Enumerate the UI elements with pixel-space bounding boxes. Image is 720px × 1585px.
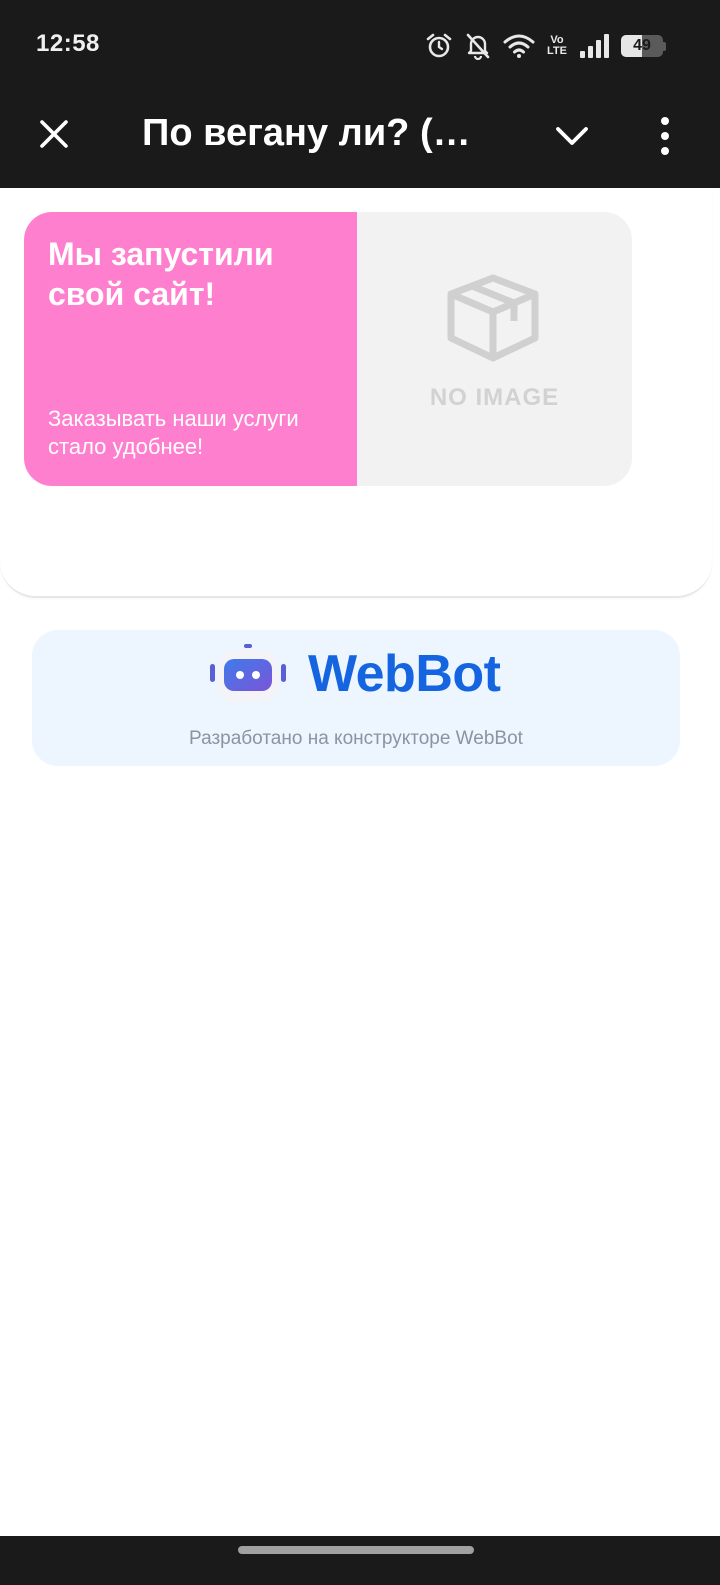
status-bar: 12:58 Vo LTE 49	[0, 0, 720, 88]
app-bar: По вегану ли? (П...	[0, 88, 720, 188]
system-nav-bar	[0, 1536, 720, 1585]
webbot-caption: Разработано на конструкторе WebBot	[189, 728, 523, 749]
content-sheet: Мы запустили свой сайт! Заказывать наши …	[0, 188, 712, 598]
wifi-icon	[503, 33, 535, 59]
signal-icon	[579, 33, 609, 59]
volte-icon: Vo LTE	[547, 34, 567, 57]
webbot-credit-card[interactable]: WebBot Разработано на конструкторе WebBo…	[32, 630, 680, 766]
close-button[interactable]	[32, 112, 76, 156]
status-time: 12:58	[36, 30, 100, 57]
banner-image-placeholder: NO IMAGE	[357, 212, 632, 486]
battery-level: 49	[633, 37, 651, 54]
collapse-button[interactable]	[550, 114, 594, 158]
close-icon	[40, 120, 68, 148]
status-icons: Vo LTE 49	[425, 30, 666, 62]
banner-title: Мы запустили свой сайт!	[48, 236, 274, 312]
page-title: По вегану ли? (П...	[142, 112, 482, 154]
home-gesture-handle[interactable]	[238, 1546, 474, 1554]
chevron-down-icon	[556, 127, 588, 145]
battery-icon: 49	[621, 35, 666, 57]
alarm-icon	[425, 32, 453, 60]
promo-banner[interactable]: Мы запустили свой сайт! Заказывать наши …	[24, 212, 632, 486]
banner-text-panel: Мы запустили свой сайт! Заказывать наши …	[24, 212, 357, 486]
banner-subtitle: Заказывать наши услуги стало удобнее!	[48, 406, 299, 459]
no-image-label: NO IMAGE	[429, 384, 560, 411]
bell-off-icon	[465, 32, 491, 60]
more-vert-icon	[661, 117, 669, 155]
webbot-logo: WebBot	[210, 644, 501, 704]
robot-icon	[210, 644, 286, 702]
battery-body: 49	[621, 35, 663, 57]
box-icon	[447, 274, 539, 362]
webbot-brand: WebBot	[308, 645, 501, 703]
more-options-button[interactable]	[650, 112, 680, 160]
